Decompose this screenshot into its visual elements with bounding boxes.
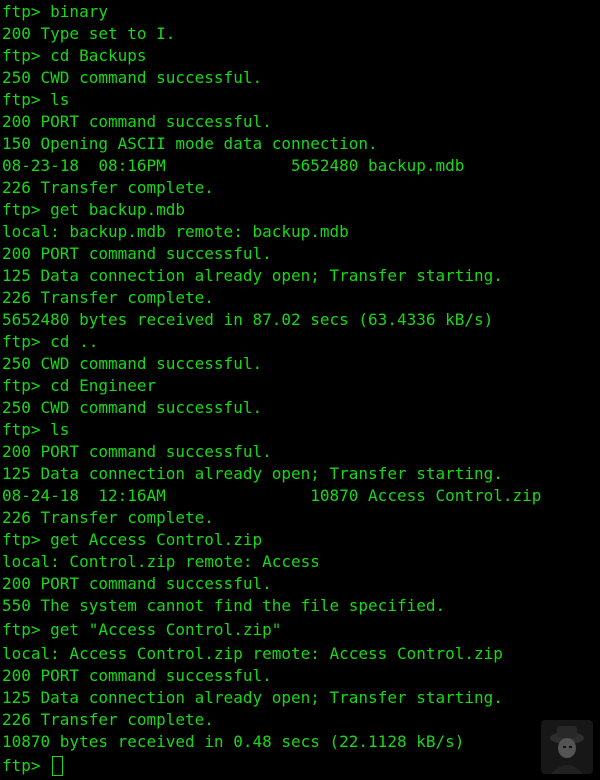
terminal-output-line: 200 Type set to I. — [2, 24, 176, 43]
terminal-output-line: 200 PORT command successful. — [2, 112, 272, 131]
terminal-output-line: 125 Data connection already open; Transf… — [2, 464, 503, 483]
terminal-command-line: ftp> get backup.mdb — [2, 200, 186, 219]
terminal-command-line: ftp> cd Backups — [2, 46, 147, 65]
terminal-command-line: ftp> cd Engineer — [2, 376, 157, 395]
terminal-output-line: 226 Transfer complete. — [2, 178, 214, 197]
terminal-output-line: 125 Data connection already open; Transf… — [2, 688, 503, 707]
terminal-output-line: local: Control.zip remote: Access — [2, 552, 320, 571]
terminal-output-line: 226 Transfer complete. — [2, 288, 214, 307]
terminal-output-line: 226 Transfer complete. — [2, 508, 214, 527]
terminal-command-line: ftp> get "Access Control.zip" — [2, 620, 282, 639]
terminal-window[interactable]: ftp> binary 200 Type set to I. ftp> cd Bac… — [0, 0, 600, 780]
terminal-output-line: 250 CWD command successful. — [2, 398, 263, 417]
terminal-output-line: 08-24-18 12:16AM 10870 Access Control.zi… — [2, 486, 542, 505]
terminal-output-line: 550 The system cannot find the file spec… — [2, 596, 446, 615]
terminal-output-line: 200 PORT command successful. — [2, 574, 272, 593]
terminal-output-line: 10870 bytes received in 0.48 secs (22.11… — [2, 732, 465, 751]
terminal-command-line: ftp> ls — [2, 90, 70, 109]
prompt-label: ftp> — [2, 756, 51, 775]
terminal-command-line: ftp> ls — [2, 420, 70, 439]
terminal-output-line: 250 CWD command successful. — [2, 354, 263, 373]
terminal-output-line: 125 Data connection already open; Transf… — [2, 266, 503, 285]
terminal-command-line: ftp> binary — [2, 2, 108, 21]
terminal-output: ftp> binary 200 Type set to I. ftp> cd Bac… — [2, 1, 600, 777]
terminal-output-line: local: Access Control.zip remote: Access… — [2, 644, 503, 663]
terminal-output-line: 08-23-18 08:16PM 5652480 backup.mdb — [2, 156, 465, 175]
terminal-output-line: 250 CWD command successful. — [2, 68, 263, 87]
block-cursor[interactable] — [52, 756, 64, 776]
terminal-output-line: 200 PORT command successful. — [2, 666, 272, 685]
terminal-output-line: 200 PORT command successful. — [2, 442, 272, 461]
terminal-output-line: 150 Opening ASCII mode data connection. — [2, 134, 378, 153]
terminal-output-line: 5652480 bytes received in 87.02 secs (63… — [2, 310, 494, 329]
active-prompt-line[interactable]: ftp> — [2, 755, 600, 777]
terminal-output-line: local: backup.mdb remote: backup.mdb — [2, 222, 349, 241]
terminal-output-line: 226 Transfer complete. — [2, 710, 214, 729]
terminal-command-line: ftp> get Access Control.zip — [2, 530, 263, 549]
terminal-command-line: ftp> cd .. — [2, 332, 99, 351]
terminal-output-line: 200 PORT command successful. — [2, 244, 272, 263]
avatar-watermark-icon — [541, 720, 593, 774]
